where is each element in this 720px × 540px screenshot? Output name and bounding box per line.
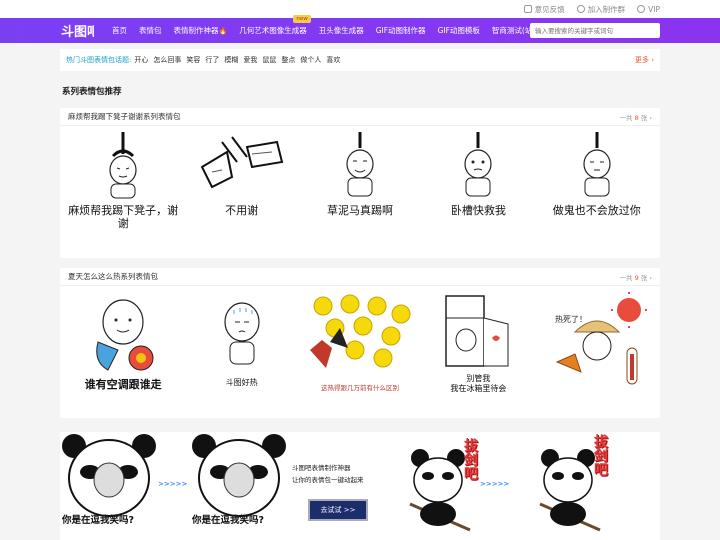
nav-item-gif-maker[interactable]: GIF动图制作器 [370, 18, 432, 44]
meme-item[interactable]: 麻烦帮我踢下凳子，谢谢 [68, 132, 178, 240]
meme-item[interactable]: 草泥马真踢啊 [305, 132, 415, 240]
panda-caption: 你是在逗我笑吗? [192, 515, 265, 526]
meme-item[interactable]: 别管我 我在冰箱里待会 [423, 292, 533, 400]
nav-item-meme-maker[interactable]: 表情制作神器🔥 [168, 18, 234, 44]
meme-item[interactable]: 斗图好热 [187, 292, 297, 400]
meme-caption: 不用谢 [225, 204, 259, 217]
meme-caption: 谁有空调跟谁走 [84, 378, 162, 391]
meme-caption: 卧槽快救我 [450, 204, 506, 217]
hanging-face-image [346, 132, 374, 197]
arrow-indicator: >>>>> [158, 480, 188, 488]
hanging-face-image [109, 132, 137, 199]
hot-tag[interactable]: 鼠鼠 [262, 55, 276, 65]
card-count: 一共 8 张 › [619, 113, 652, 122]
kicking-hands-image [200, 136, 283, 189]
meme-item[interactable]: 做鬼也不会放过你 [542, 132, 652, 240]
section-title: 系列表情包推荐 [62, 87, 122, 97]
arrow-indicator: >>>>> [480, 480, 510, 488]
hot-topics-bar: 热门斗图表情包话题: 开心 怎么回事 笑容 行了 模糊 爱我 鼠鼠 整点 做个人… [60, 49, 660, 71]
hot-tag[interactable]: 行了 [205, 55, 219, 65]
series-card-summer-hot[interactable]: 夏天怎么这么热系列表情包 一共 9 张 › 谁有空调跟谁走 斗图好热 这热得跟几… [60, 268, 660, 418]
vip-icon [637, 5, 646, 13]
flame-icon: 🔥 [218, 26, 228, 35]
logo-icon: 斗图吧 [61, 25, 94, 40]
nav-items: 首页 表情包 表情制作神器🔥 几何艺术图像生成器 new 丑头像生成器 GIF动图… [106, 14, 549, 44]
panda-face-image [62, 434, 156, 517]
ac-face-image [96, 299, 154, 371]
meme-caption: 这热得跟几万前有什么区别 [320, 384, 399, 392]
meme-row: 谁有空调跟谁走 斗图好热 这热得跟几万前有什么区别 别管我 我在冰箱里待会 热死… [60, 286, 660, 400]
vip-link[interactable]: VIP [637, 5, 660, 14]
meme-item[interactable]: 不用谢 [187, 132, 297, 240]
card-title[interactable]: 夏天怎么这么热系列表情包 [68, 271, 158, 282]
meme-caption: 斗图好热 [225, 378, 258, 387]
many-suns-image [309, 294, 411, 368]
logo-text: 斗图吧 [61, 25, 94, 40]
meme-maker-banner[interactable]: 你是在逗我笑吗? >>>>> 你是在逗我笑吗? 斗图吧表情制作神器 让你的表情包… [60, 432, 660, 540]
meme-caption: 麻烦帮我踢下凳子，谢谢 [68, 204, 179, 230]
fridge-face-image [445, 295, 509, 367]
meme-row: 麻烦帮我踢下凳子，谢谢 不用谢 草泥马真踢啊 卧槽快救我 做鬼也不会放过你 [60, 126, 660, 240]
feedback-link[interactable]: 意见反馈 [523, 4, 565, 15]
site-logo[interactable]: 斗图吧 [60, 21, 94, 41]
hot-topics-title: 热门斗图表情包话题: [66, 56, 132, 64]
sweating-face-image [223, 302, 260, 365]
meme-item[interactable]: 热死了！ [542, 292, 652, 400]
meme-caption: 热死了！ [555, 314, 587, 324]
panda-caption: 你是在逗我笑吗? [62, 515, 135, 526]
meme-caption: 草泥马真踢啊 [326, 204, 393, 217]
panda-face-image [192, 434, 286, 517]
meme-item[interactable]: 这热得跟几万前有什么区别 [305, 292, 415, 400]
hot-more-link[interactable]: 更多 › [635, 55, 654, 65]
card-count: 一共 9 张 › [619, 273, 652, 282]
hanging-face-image [583, 132, 611, 197]
series-card-kick-stool[interactable]: 麻烦帮我踢下凳子谢谢系列表情包 一共 8 张 › 麻烦帮我踢下凳子，谢谢 不用谢 [60, 108, 660, 258]
card-header: 夏天怎么这么热系列表情包 一共 9 张 › [60, 268, 660, 286]
search-input[interactable] [530, 23, 660, 38]
feedback-icon [523, 5, 532, 13]
slash-text: 拔剑吧 [462, 438, 478, 480]
join-group-link[interactable]: 加入制作群 [576, 4, 625, 15]
card-title[interactable]: 麻烦帮我踢下凳子谢谢系列表情包 [68, 111, 181, 122]
nav-item-home[interactable]: 首页 [106, 18, 133, 44]
meme-caption: 别管我 我在冰箱里待会 [450, 374, 507, 393]
hot-tag[interactable]: 怎么回事 [153, 55, 181, 65]
hanging-face-image [464, 132, 492, 197]
hot-tag[interactable]: 笑容 [186, 55, 200, 65]
card-header: 麻烦帮我踢下凳子谢谢系列表情包 一共 8 张 › [60, 108, 660, 126]
nav-item-geometric-art[interactable]: 几何艺术图像生成器 new [233, 14, 313, 44]
banner-text: 斗图吧表情制作神器 让你的表情包一键动起来 [292, 464, 364, 484]
hot-tag[interactable]: 模糊 [224, 55, 238, 65]
nav-item-memes[interactable]: 表情包 [133, 18, 168, 44]
try-it-button[interactable]: 去试试 >> [308, 499, 368, 521]
hot-tag[interactable]: 爱我 [243, 55, 257, 65]
nav-item-gif-templates[interactable]: GIF动图模板 [432, 18, 486, 44]
slash-text: 拔剑吧 [592, 434, 608, 476]
user-group-icon [576, 5, 585, 13]
hot-tag[interactable]: 开心 [134, 55, 148, 65]
hot-face-thermometer-image: 热死了！ [555, 292, 647, 385]
meme-item[interactable]: 卧槽快救我 [423, 132, 533, 240]
meme-caption: 做鬼也不会放过你 [552, 204, 641, 217]
hot-tag[interactable]: 整点 [281, 55, 295, 65]
hot-tag[interactable]: 做个人 [300, 55, 321, 65]
meme-item[interactable]: 谁有空调跟谁走 [68, 292, 178, 400]
chevron-right-icon: › [651, 56, 654, 64]
main-nav: 斗图吧 首页 表情包 表情制作神器🔥 几何艺术图像生成器 new 丑头像生成器 G… [0, 14, 720, 44]
top-utility-bar: 意见反馈 加入制作群 VIP [0, 0, 720, 18]
nav-item-ugly-avatar[interactable]: 丑头像生成器 [313, 18, 370, 44]
new-badge: new [293, 14, 311, 23]
hot-tag[interactable]: 喜欢 [326, 55, 340, 65]
